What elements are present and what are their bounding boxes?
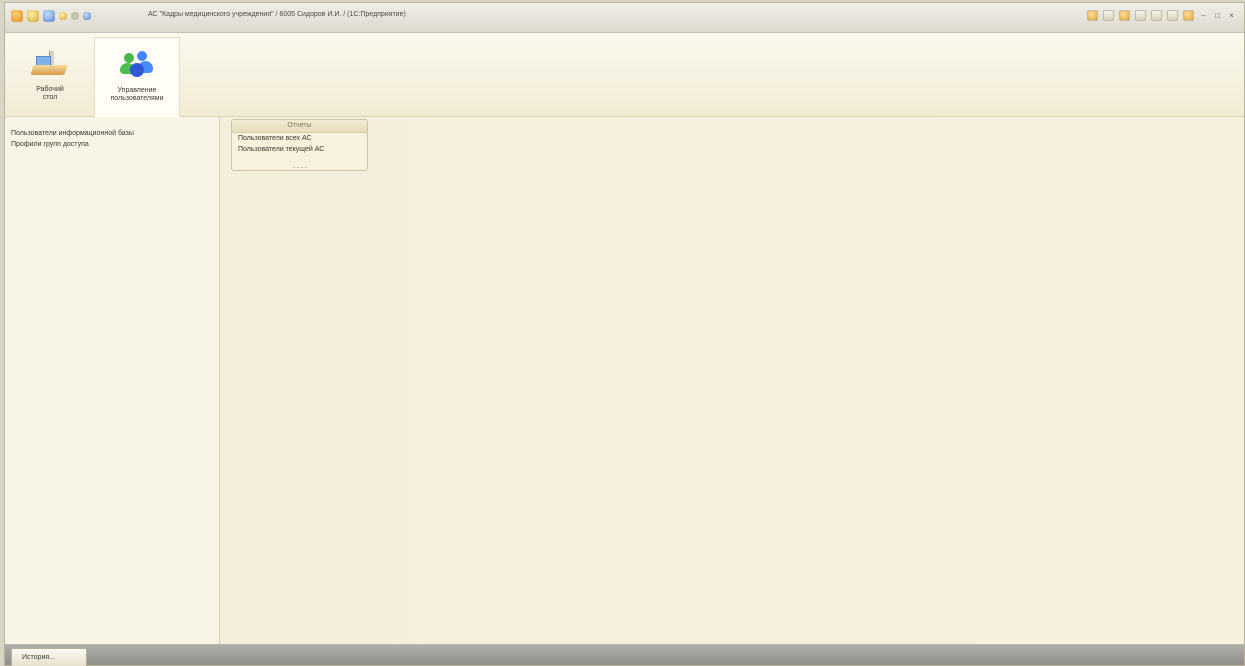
help-icon[interactable] (1183, 10, 1194, 21)
reports-title: Отчеты (232, 120, 367, 133)
section-desktop-button[interactable]: Рабочий стол (24, 37, 76, 113)
users-infobase-link[interactable]: Пользователи информационной базы (11, 128, 134, 139)
app-window: АС "Кадры медицинского учреждения" / 600… (4, 2, 1245, 666)
sections-ribbon: Рабочий стол Управление пользователями (5, 33, 1244, 117)
history-button[interactable]: История... (11, 648, 87, 666)
back-icon[interactable] (43, 10, 55, 22)
desk-icon (30, 45, 70, 81)
minimize-icon[interactable]: – (1199, 11, 1208, 20)
dropdown-icon[interactable] (71, 12, 79, 20)
users-icon (117, 46, 157, 82)
report-all-users-link[interactable]: Пользователи всех АС (232, 133, 367, 144)
search-icon[interactable] (1087, 10, 1098, 21)
quick-access-toolbar (11, 10, 91, 22)
window-controls: – □ × (1087, 10, 1236, 21)
left-navigation-panel: Пользователи информационной базы Профили… (5, 117, 220, 646)
home-icon[interactable] (27, 10, 39, 22)
workspace-area: Отчеты Пользователи всех АС Пользователи… (221, 117, 1244, 646)
maximize-icon[interactable]: □ (1213, 11, 1222, 20)
calculator-icon[interactable] (1103, 10, 1114, 21)
left-links: Пользователи информационной базы Профили… (11, 128, 134, 150)
app-menu-icon[interactable] (11, 10, 23, 22)
notes-icon[interactable] (1135, 10, 1146, 21)
reports-panel: Отчеты Пользователи всех АС Пользователи… (231, 119, 368, 171)
navigation-icon[interactable] (83, 12, 91, 20)
history-icon[interactable] (1151, 10, 1162, 21)
calendar-icon[interactable] (1119, 10, 1130, 21)
window-title: АС "Кадры медицинского учреждения" / 600… (148, 11, 406, 18)
section-users-button[interactable]: Управление пользователями (94, 37, 180, 117)
access-group-profiles-link[interactable]: Профили групп доступа (11, 139, 134, 150)
bottom-bar: История... (5, 644, 1244, 666)
title-bar: АС "Кадры медицинского учреждения" / 600… (5, 3, 1244, 33)
reports-resize-grip[interactable] (292, 166, 308, 169)
settings-icon[interactable] (1167, 10, 1178, 21)
favorites-icon[interactable] (59, 12, 67, 20)
report-current-users-link[interactable]: Пользователи текущей АС (232, 144, 367, 155)
close-icon[interactable]: × (1227, 11, 1236, 20)
section-desktop-label: Рабочий стол (36, 86, 64, 101)
section-users-label: Управление пользователями (110, 87, 164, 102)
